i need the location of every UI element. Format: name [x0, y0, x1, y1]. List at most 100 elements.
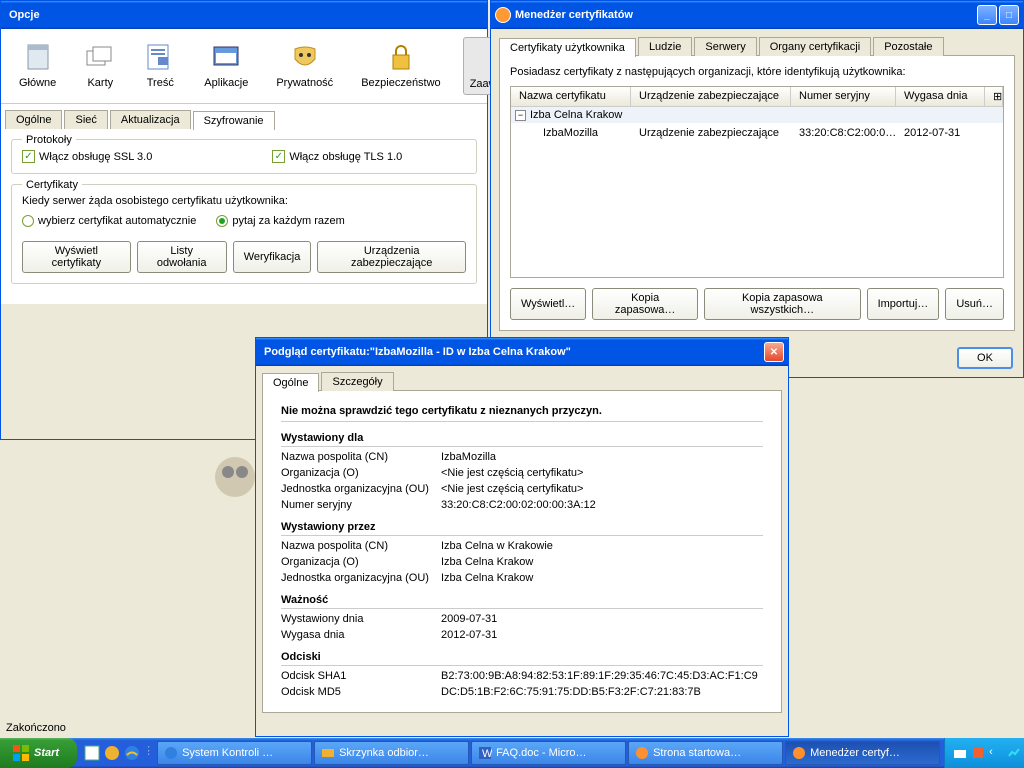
kv-key: Wystawiony dnia [281, 613, 441, 625]
kv-row: Odcisk SHA1B2:73:00:9B:A8:94:82:53:1F:89… [281, 670, 763, 682]
col-device[interactable]: Urządzenie zabezpieczające [631, 87, 791, 106]
tab-people[interactable]: Ludzie [638, 37, 692, 56]
task-item[interactable]: System Kontroli … [157, 741, 312, 765]
backup-button[interactable]: Kopia zapasowa… [592, 288, 698, 320]
kv-key: Odcisk SHA1 [281, 670, 441, 682]
tab-authorities[interactable]: Organy certyfikacji [759, 37, 871, 56]
tool-main[interactable]: Główne [13, 37, 62, 95]
options-titlebar[interactable]: Opcje [1, 1, 487, 29]
table-header: Nazwa certyfikatu Urządzenie zabezpiecza… [511, 87, 1003, 107]
maximize-button[interactable]: □ [999, 5, 1019, 25]
radio-auto[interactable]: wybierz certyfikat automatycznie [22, 215, 196, 227]
col-name[interactable]: Nazwa certyfikatu [511, 87, 631, 106]
tray-icon[interactable] [1007, 746, 1021, 760]
backup-all-button[interactable]: Kopia zapasowa wszystkich… [704, 288, 861, 320]
ssl-checkbox[interactable]: ✓Włącz obsługę SSL 3.0 [22, 150, 152, 163]
collapse-icon[interactable]: − [515, 110, 526, 121]
group-row[interactable]: − Izba Celna Krakow [511, 107, 1003, 123]
crl-button[interactable]: Listy odwołania [137, 241, 227, 273]
table-body[interactable]: − Izba Celna Krakow IzbaMozilla Urządzen… [511, 107, 1003, 277]
tab-update[interactable]: Aktualizacja [110, 110, 191, 129]
taskbar: Start ⋮ System Kontroli … Skrzynka odbio… [0, 738, 1024, 768]
tab-general[interactable]: Ogólne [5, 110, 62, 129]
tab-cv-details[interactable]: Szczegóły [321, 372, 393, 391]
ok-button[interactable]: OK [957, 347, 1013, 369]
kv-value: 2009-07-31 [441, 613, 497, 625]
tab-your-certs[interactable]: Certyfikaty użytkownika [499, 38, 636, 57]
kv-row: Wystawiony dnia2009-07-31 [281, 613, 763, 625]
kv-value: B2:73:00:9B:A8:94:82:53:1F:89:1F:29:35:4… [441, 670, 758, 682]
word-icon: W [478, 746, 492, 760]
kv-key: Jednostka organizacyjna (OU) [281, 483, 441, 495]
group-name: Izba Celna Krakow [530, 109, 622, 121]
task-item[interactable]: Strona startowa… [628, 741, 783, 765]
kv-value: DC:D5:1B:F2:6C:75:91:75:DD:B5:F3:2F:C7:2… [441, 686, 701, 698]
quick-launch: ⋮ [77, 744, 153, 762]
kv-row: Nazwa pospolita (CN)IzbaMozilla [281, 451, 763, 463]
task-item[interactable]: Skrzynka odbior… [314, 741, 469, 765]
certview-tabs: Ogólne Szczegóły [262, 372, 782, 391]
system-tray: ‹ 13:40 [944, 738, 1024, 768]
close-button[interactable]: ✕ [764, 342, 784, 362]
view-button[interactable]: Wyświetl… [510, 288, 586, 320]
col-picker[interactable]: ⊞ [985, 87, 1003, 106]
kv-key: Nazwa pospolita (CN) [281, 540, 441, 552]
tab-others[interactable]: Pozostałe [873, 37, 943, 56]
certmgr-titlebar[interactable]: Menedżer certyfikatów _ □ [491, 1, 1023, 29]
section-issued-by: Wystawiony przez [281, 521, 763, 536]
tab-servers[interactable]: Serwery [694, 37, 756, 56]
tool-content[interactable]: Treść [138, 37, 182, 95]
tray-icon[interactable] [953, 746, 967, 760]
col-expires[interactable]: Wygasa dnia [896, 87, 985, 106]
content-icon [144, 41, 176, 73]
ie-icon [164, 746, 178, 760]
status-bar-text: Zakończono [6, 722, 66, 734]
radio-icon [216, 215, 228, 227]
tab-cv-general[interactable]: Ogólne [262, 373, 319, 392]
ql-outlook-icon[interactable] [103, 744, 121, 762]
radio-icon [22, 215, 34, 227]
section-validity: Ważność [281, 594, 763, 609]
certificates-fieldset: Certyfikaty Kiedy serwer żąda osobistego… [11, 184, 477, 284]
kv-key: Wygasa dnia [281, 629, 441, 641]
tool-security[interactable]: Bezpieczeństwo [355, 37, 447, 95]
protocols-legend: Protokoły [22, 134, 76, 146]
ql-show-desktop-icon[interactable] [83, 744, 101, 762]
protocols-fieldset: Protokoły ✓Włącz obsługę SSL 3.0 ✓Włącz … [11, 139, 477, 174]
apps-icon [210, 41, 242, 73]
task-items: System Kontroli … Skrzynka odbior… WFAQ.… [153, 741, 944, 765]
table-row[interactable]: IzbaMozilla Urządzenie zabezpieczające 3… [511, 123, 1003, 143]
verify-button[interactable]: Weryfikacja [233, 241, 312, 273]
kv-key: Odcisk MD5 [281, 686, 441, 698]
certmgr-body: Certyfikaty użytkownika Ludzie Serwery O… [491, 29, 1023, 339]
tool-apps[interactable]: Aplikacje [198, 37, 254, 95]
tray-expand-icon[interactable]: ‹ [989, 746, 1003, 760]
radio-ask[interactable]: pytaj za każdym razem [216, 215, 344, 227]
tls-checkbox[interactable]: ✓Włącz obsługę TLS 1.0 [272, 150, 402, 163]
tab-encryption[interactable]: Szyfrowanie [193, 111, 275, 130]
devices-button[interactable]: Urządzenia zabezpieczające [317, 241, 466, 273]
options-body: Główne Karty Treść Aplikacje Prywatność … [1, 29, 487, 304]
tool-tabs[interactable]: Karty [78, 37, 122, 95]
view-certs-button[interactable]: Wyświetl certyfikaty [22, 241, 131, 273]
start-button[interactable]: Start [0, 738, 77, 768]
certview-title: Podgląd certyfikatu:"IzbaMozilla - ID w … [260, 346, 764, 358]
encryption-panel: Protokoły ✓Włącz obsługę SSL 3.0 ✓Włącz … [1, 129, 487, 304]
task-item[interactable]: Menedżer certyf… [785, 741, 940, 765]
certificates-legend: Certyfikaty [22, 179, 82, 191]
firefox-icon [635, 746, 649, 760]
import-button[interactable]: Importuj… [867, 288, 940, 320]
outlook-icon [321, 746, 335, 760]
tool-privacy[interactable]: Prywatność [270, 37, 339, 95]
kv-value: IzbaMozilla [441, 451, 496, 463]
certview-titlebar[interactable]: Podgląd certyfikatu:"IzbaMozilla - ID w … [256, 338, 788, 366]
tray-icon[interactable] [971, 746, 985, 760]
col-serial[interactable]: Numer seryjny [791, 87, 896, 106]
minimize-button[interactable]: _ [977, 5, 997, 25]
tab-network[interactable]: Sieć [64, 110, 107, 129]
ql-ie-icon[interactable] [123, 744, 141, 762]
task-item[interactable]: WFAQ.doc - Micro… [471, 741, 626, 765]
kv-key: Nazwa pospolita (CN) [281, 451, 441, 463]
delete-button[interactable]: Usuń… [945, 288, 1004, 320]
kv-key: Jednostka organizacyjna (OU) [281, 572, 441, 584]
